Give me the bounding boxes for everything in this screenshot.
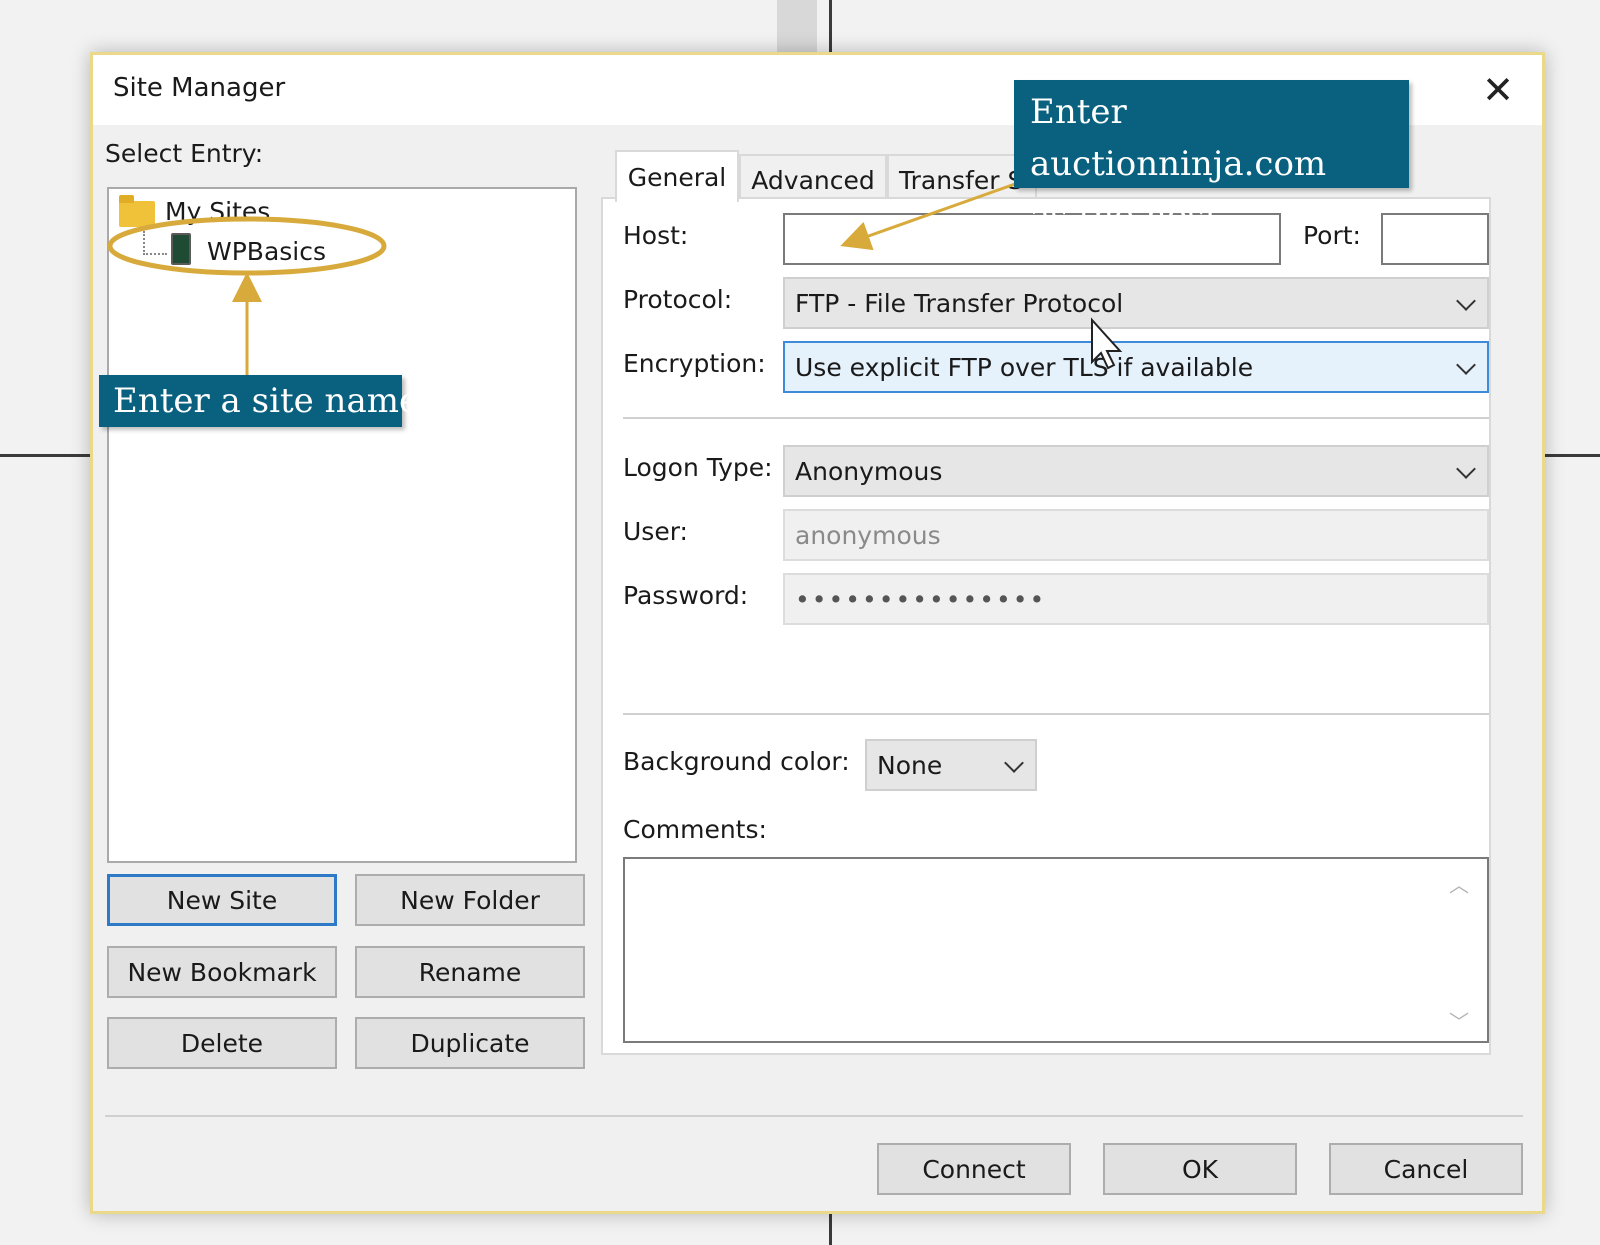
tree-connector (143, 231, 167, 255)
background-window-divider (829, 1214, 832, 1245)
cancel-button[interactable]: Cancel (1329, 1143, 1523, 1195)
tab-general[interactable]: General (615, 150, 739, 202)
host-callout: Enter auctionninja.com as the host. (1014, 80, 1409, 236)
chevron-down-icon (1004, 753, 1024, 773)
separator (623, 417, 1489, 419)
scroll-up-icon[interactable]: ︿ (1449, 869, 1469, 898)
site-tree[interactable]: My Sites WPBasics (107, 187, 577, 863)
ok-button[interactable]: OK (1103, 1143, 1297, 1195)
logon-type-value: Anonymous (795, 456, 943, 486)
protocol-select[interactable]: FTP - File Transfer Protocol (783, 277, 1489, 329)
general-tab-panel: Host: Port: Protocol: FTP - File Transfe… (601, 197, 1491, 1055)
password-input[interactable]: ••••••••••••••• (783, 573, 1489, 625)
separator (623, 713, 1489, 715)
rename-button[interactable]: Rename (355, 946, 585, 998)
delete-button[interactable]: Delete (107, 1017, 337, 1069)
new-site-button[interactable]: New Site (107, 874, 337, 926)
background-window-divider (1545, 454, 1600, 457)
close-icon[interactable]: ✕ (1482, 65, 1514, 115)
new-bookmark-button[interactable]: New Bookmark (107, 946, 337, 998)
background-window-strip (777, 0, 817, 52)
select-entry-label: Select Entry: (105, 139, 264, 168)
host-callout-line2: as the host. (1030, 196, 1230, 236)
chevron-down-icon (1456, 355, 1476, 375)
chevron-down-icon (1456, 291, 1476, 311)
tree-item-wpbasics[interactable]: WPBasics (207, 237, 326, 266)
connect-button[interactable]: Connect (877, 1143, 1071, 1195)
port-input[interactable] (1381, 213, 1489, 265)
host-label: Host: (623, 221, 689, 250)
background-color-value: None (877, 750, 943, 780)
chevron-down-icon (1456, 459, 1476, 479)
encryption-value: Use explicit FTP over TLS if available (795, 352, 1254, 382)
scroll-down-icon[interactable]: ﹀ (1449, 1006, 1469, 1035)
protocol-value: FTP - File Transfer Protocol (795, 288, 1124, 318)
new-folder-button[interactable]: New Folder (355, 874, 585, 926)
tree-item-my-sites[interactable]: My Sites (165, 197, 270, 226)
duplicate-button[interactable]: Duplicate (355, 1017, 585, 1069)
comments-textarea[interactable]: ︿ ﹀ (623, 857, 1489, 1043)
encryption-select[interactable]: Use explicit FTP over TLS if available (783, 341, 1489, 393)
user-input[interactable]: anonymous (783, 509, 1489, 561)
site-name-callout: Enter a site name. (99, 375, 430, 427)
background-color-select[interactable]: None (865, 739, 1037, 791)
password-label: Password: (623, 581, 749, 610)
server-icon (171, 233, 191, 265)
logon-type-label: Logon Type: (623, 453, 773, 482)
background-window-divider (829, 0, 832, 52)
folder-icon (119, 195, 155, 227)
background-window-divider (0, 454, 90, 457)
user-label: User: (623, 517, 688, 546)
encryption-label: Encryption: (623, 349, 766, 378)
protocol-label: Protocol: (623, 285, 733, 314)
comments-label: Comments: (623, 815, 767, 844)
background-color-label: Background color: (623, 747, 850, 776)
dialog-title: Site Manager (113, 73, 286, 103)
separator (105, 1115, 1523, 1117)
host-callout-line1: Enter auctionninja.com (1030, 92, 1327, 184)
logon-type-select[interactable]: Anonymous (783, 445, 1489, 497)
